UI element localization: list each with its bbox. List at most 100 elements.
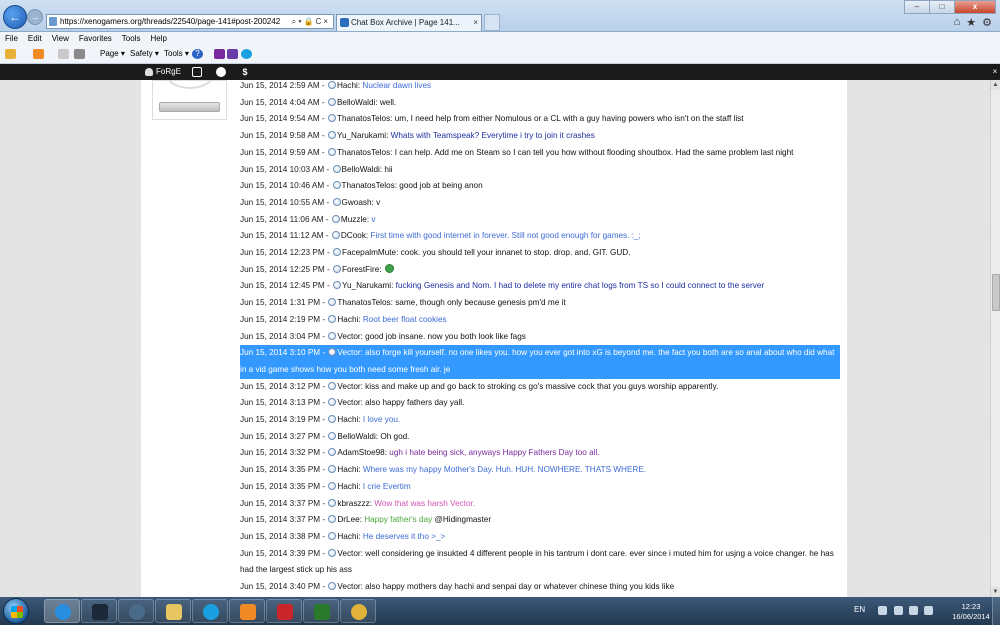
settings-gear-icon[interactable]: ⚙ xyxy=(982,16,992,29)
message-username[interactable]: Vector: xyxy=(337,382,363,391)
user-avatar-icon[interactable] xyxy=(327,147,336,156)
message-username[interactable]: Hachi: xyxy=(337,415,360,424)
user-avatar-icon[interactable] xyxy=(332,197,341,206)
globe-icon[interactable] xyxy=(216,67,226,77)
message-username[interactable]: Hachi: xyxy=(337,315,360,324)
language-indicator[interactable]: EN xyxy=(854,605,865,614)
scroll-down-arrow-icon[interactable]: ▼ xyxy=(991,587,1000,597)
favorites-star-icon[interactable]: ★ xyxy=(966,16,976,29)
message-username[interactable]: ThanatosTelos: xyxy=(337,298,393,307)
user-avatar-icon[interactable] xyxy=(328,531,337,540)
user-avatar-icon[interactable] xyxy=(332,164,341,173)
clock[interactable]: 12:23 16/06/2014 xyxy=(948,602,994,622)
taskbar-steam[interactable] xyxy=(81,599,117,623)
user-avatar-icon[interactable] xyxy=(328,348,337,357)
user-account-link[interactable]: FoRgE xyxy=(145,64,181,80)
taskbar-game[interactable] xyxy=(340,599,376,623)
start-button[interactable] xyxy=(3,598,29,624)
message-username[interactable]: BelloWaldi: xyxy=(337,98,378,107)
user-avatar-icon[interactable] xyxy=(328,481,337,490)
taskbar-app-red[interactable] xyxy=(266,599,302,623)
user-avatar-icon[interactable] xyxy=(327,114,336,123)
onenote-icon[interactable] xyxy=(214,49,225,59)
message-username[interactable]: AdamStoe98: xyxy=(337,448,387,457)
user-avatar-icon[interactable] xyxy=(327,131,336,140)
message-username[interactable]: ForestFire: xyxy=(342,265,382,274)
message-username[interactable]: Hachi: xyxy=(337,482,360,491)
help-icon[interactable]: ? xyxy=(192,49,203,59)
user-avatar-icon[interactable] xyxy=(328,331,337,340)
user-avatar-icon[interactable] xyxy=(328,498,337,507)
favorites-add-icon[interactable] xyxy=(5,49,16,59)
maximize-button[interactable]: □ xyxy=(929,0,955,14)
user-avatar-icon[interactable] xyxy=(327,81,336,89)
network-icon[interactable] xyxy=(909,606,918,615)
show-desktop-button[interactable] xyxy=(992,597,1000,625)
message-username[interactable]: BelloWaldi: xyxy=(342,165,383,174)
user-avatar-icon[interactable] xyxy=(328,515,337,524)
taskbar-terminal[interactable] xyxy=(303,599,339,623)
message-username[interactable]: ThanatosTelos: xyxy=(342,181,398,190)
home-icon[interactable]: ⌂ xyxy=(954,16,961,29)
user-avatar-icon[interactable] xyxy=(332,281,341,290)
message-username[interactable]: ThanatosTelos: xyxy=(337,148,393,157)
message-username[interactable]: Vector: xyxy=(337,582,363,591)
user-avatar-icon[interactable] xyxy=(328,298,337,307)
tray-app-icon[interactable] xyxy=(894,606,903,615)
site-toolbar-close-icon[interactable]: × xyxy=(990,64,1000,80)
safety-menu-button[interactable]: Safety ▾ xyxy=(130,48,159,60)
profile-button[interactable] xyxy=(159,102,220,112)
message-username[interactable]: ThanatosTelos: xyxy=(337,114,393,123)
menu-view[interactable]: View xyxy=(47,32,74,45)
user-avatar-icon[interactable] xyxy=(328,548,337,557)
message-username[interactable]: Yu_Narukami: xyxy=(337,131,388,140)
user-avatar-icon[interactable] xyxy=(332,181,341,190)
mail-icon[interactable] xyxy=(58,49,69,59)
user-avatar-icon[interactable] xyxy=(328,314,337,323)
rss-feed-icon[interactable] xyxy=(33,49,44,59)
forward-button[interactable]: → xyxy=(27,9,43,25)
message-username[interactable]: Yu_Narukami: xyxy=(342,281,393,290)
message-username[interactable]: FacepalmMute: xyxy=(342,248,398,257)
addon-n-icon[interactable] xyxy=(227,49,238,59)
taskbar-skype[interactable] xyxy=(192,599,228,623)
minimize-button[interactable]: – xyxy=(904,0,930,14)
menu-file[interactable]: File xyxy=(0,32,23,45)
user-avatar-icon[interactable] xyxy=(331,214,340,223)
message-username[interactable]: BelloWaldi: xyxy=(337,432,378,441)
back-button[interactable]: ← xyxy=(3,5,27,29)
tab-close-icon[interactable]: × xyxy=(473,15,478,30)
user-avatar-icon[interactable] xyxy=(328,415,337,424)
skype-icon[interactable] xyxy=(241,49,252,59)
user-avatar-icon[interactable] xyxy=(328,431,337,440)
tab-chat-box-archive[interactable]: Chat Box Archive | Page 141... × xyxy=(336,14,482,31)
message-username[interactable]: kbraszzz: xyxy=(337,499,372,508)
taskbar-file-explorer[interactable] xyxy=(155,599,191,623)
user-avatar-icon[interactable] xyxy=(328,582,337,591)
menu-help[interactable]: Help xyxy=(145,32,171,45)
message-username[interactable]: Muzzle: xyxy=(341,215,369,224)
user-avatar-icon[interactable] xyxy=(328,398,337,407)
inbox-icon[interactable] xyxy=(192,67,202,77)
message-username[interactable]: Gwoash: xyxy=(342,198,374,207)
message-username[interactable]: Hachi: xyxy=(337,81,360,90)
taskbar-internet-explorer[interactable] xyxy=(44,599,80,623)
tools-menu-button[interactable]: Tools ▾ xyxy=(164,48,189,60)
message-username[interactable]: Vector: xyxy=(337,549,363,558)
user-avatar-icon[interactable] xyxy=(331,231,340,240)
address-tools-icons[interactable]: ⌕▾🔒C× xyxy=(292,15,330,28)
menu-tools[interactable]: Tools xyxy=(117,32,146,45)
message-username[interactable]: Vector: xyxy=(337,332,363,341)
menu-favorites[interactable]: Favorites xyxy=(74,32,117,45)
menu-edit[interactable]: Edit xyxy=(23,32,47,45)
message-username[interactable]: Hachi: xyxy=(337,465,360,474)
close-window-button[interactable]: x xyxy=(954,0,996,14)
scrollbar-thumb[interactable] xyxy=(992,274,1000,311)
user-avatar-icon[interactable] xyxy=(327,97,336,106)
volume-icon[interactable] xyxy=(924,606,933,615)
message-username[interactable]: DrLee: xyxy=(337,515,362,524)
scroll-up-arrow-icon[interactable]: ▲ xyxy=(991,80,1000,90)
dollar-icon[interactable]: $ xyxy=(240,67,250,77)
message-username[interactable]: Hachi: xyxy=(337,532,360,541)
tray-arrow-icon[interactable] xyxy=(878,606,887,615)
